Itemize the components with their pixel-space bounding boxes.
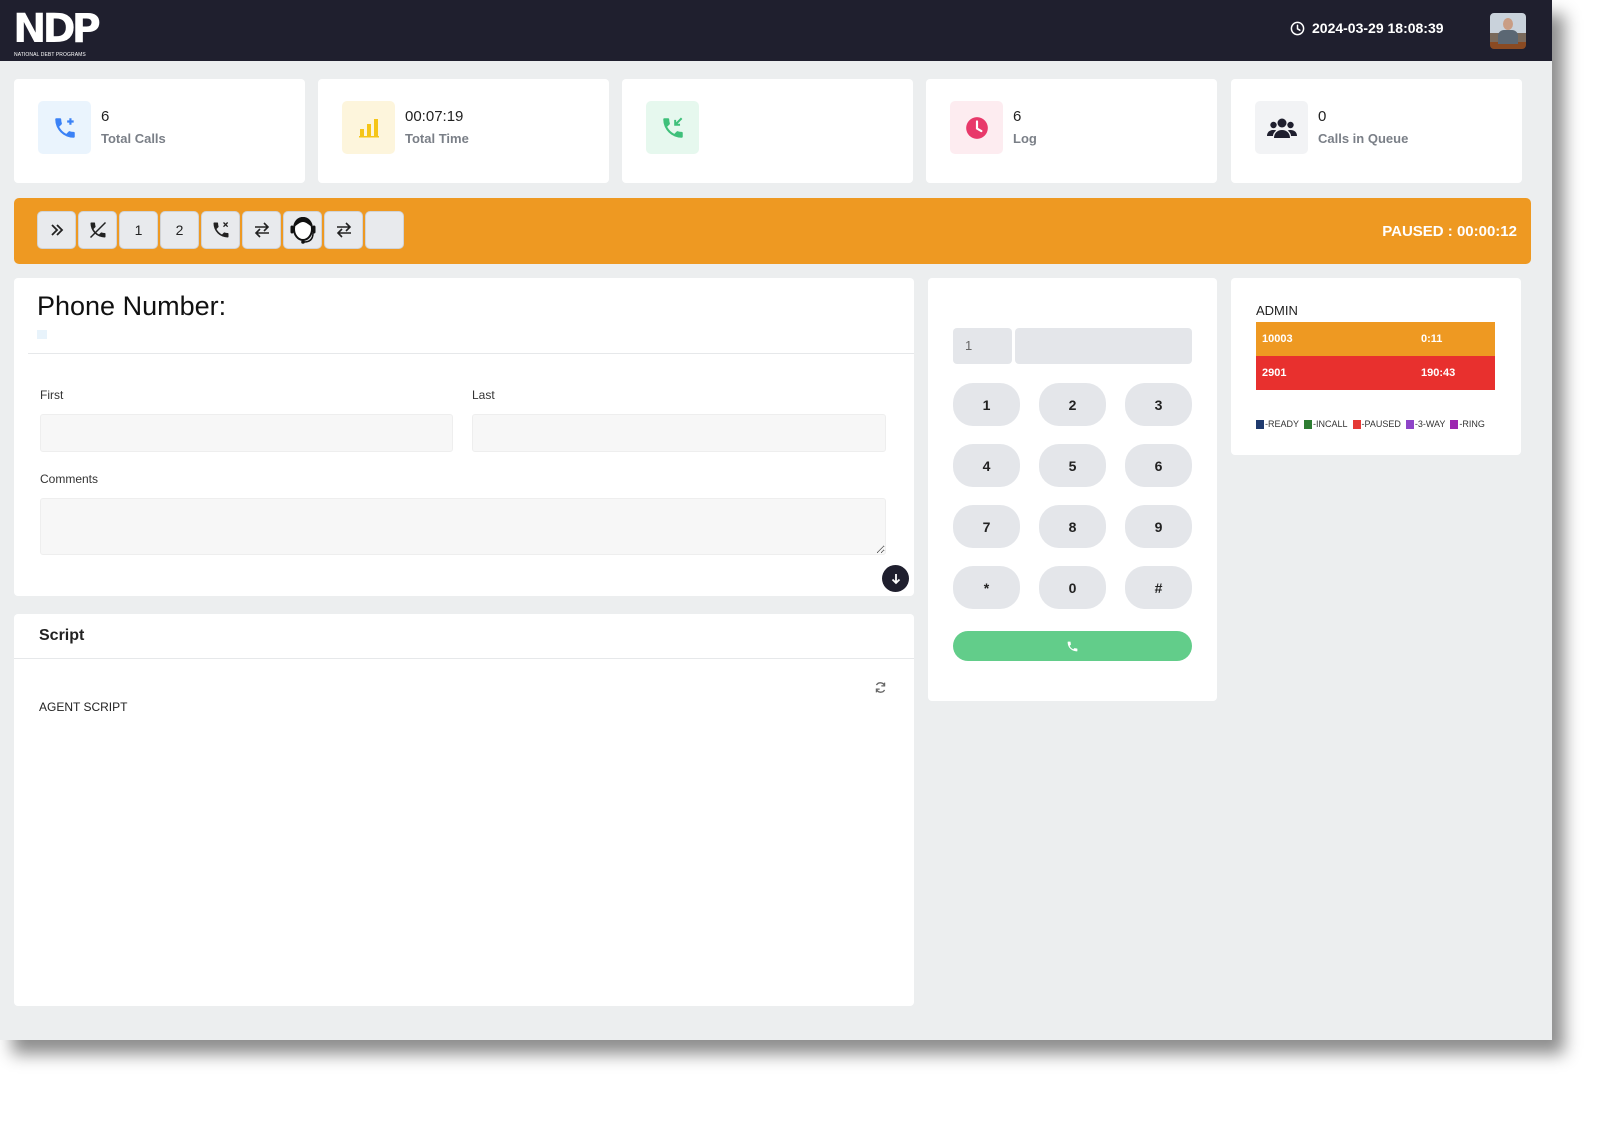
admin-title: ADMIN — [1256, 303, 1298, 318]
stat-card-log: 6 Log — [926, 79, 1217, 183]
logo: NDP NATIONAL DEBT PROGRAMS — [13, 4, 101, 60]
stat-value: 6 — [101, 108, 110, 125]
agent-script-text: AGENT SCRIPT — [39, 700, 128, 714]
stat-card-total-time: 00:07:19 Total Time — [318, 79, 609, 183]
stat-icon-box — [950, 101, 1003, 154]
pause-status: PAUSED : 00:00:12 — [1382, 223, 1517, 240]
incoming-call-icon — [662, 117, 683, 138]
arrow-down-icon — [891, 573, 900, 584]
stat-icon-box — [646, 101, 699, 154]
stat-card-incoming — [622, 79, 913, 183]
top-bar: NDP NATIONAL DEBT PROGRAMS 2024-03-29 18… — [0, 0, 1552, 61]
skip-button[interactable] — [37, 211, 76, 249]
logo-subtitle: NATIONAL DEBT PROGRAMS — [14, 52, 86, 58]
user-avatar[interactable] — [1490, 13, 1526, 49]
app-window: NDP NATIONAL DEBT PROGRAMS 2024-03-29 18… — [0, 0, 1552, 1040]
agent-time: 190:43 — [1421, 367, 1456, 379]
stat-label: Log — [1013, 131, 1037, 146]
phone-number-value — [37, 330, 47, 339]
key-2[interactable]: 2 — [1039, 383, 1106, 426]
legend-incall: -INCALL — [1304, 419, 1348, 429]
users-icon — [1266, 118, 1297, 138]
legend-paused: -PAUSED — [1352, 419, 1401, 429]
stat-card-calls-in-queue: 0 Calls in Queue — [1231, 79, 1522, 183]
double-chevron-right-icon — [50, 224, 63, 236]
phone-icon — [1067, 641, 1078, 651]
key-6[interactable]: 6 — [1125, 444, 1192, 487]
refresh-icon — [875, 682, 886, 693]
phone-number-title: Phone Number: — [37, 291, 227, 321]
stat-label: Calls in Queue — [1318, 131, 1409, 146]
country-code-field[interactable]: 1 — [953, 328, 1012, 364]
key-star[interactable]: * — [953, 566, 1020, 609]
stat-value: 6 — [1013, 108, 1022, 125]
agent-row: 10003 0:11 — [1256, 322, 1495, 356]
bar-chart-icon — [358, 118, 379, 137]
blank-button[interactable] — [365, 211, 404, 249]
key-9[interactable]: 9 — [1125, 505, 1192, 548]
logo-text: NDP — [13, 6, 101, 52]
clock: 2024-03-29 18:08:39 — [1290, 20, 1444, 36]
key-8[interactable]: 8 — [1039, 505, 1106, 548]
line-1-button[interactable]: 1 — [119, 211, 158, 249]
stat-value: 0 — [1318, 108, 1327, 125]
key-1[interactable]: 1 — [953, 383, 1020, 426]
last-name-label: Last — [472, 388, 495, 402]
key-3[interactable]: 3 — [1125, 383, 1192, 426]
transfer-icon — [336, 222, 351, 238]
legend-ring: -RING — [1450, 419, 1485, 429]
key-4[interactable]: 4 — [953, 444, 1020, 487]
script-title: Script — [39, 627, 85, 644]
phone-plus-icon — [54, 117, 75, 138]
legend-ready: -READY — [1256, 419, 1299, 429]
dial-number-field[interactable] — [1015, 328, 1192, 364]
agent-button[interactable] — [283, 211, 322, 249]
refresh-button[interactable] — [874, 681, 887, 699]
script-card: Script AGENT SCRIPT — [14, 614, 914, 1006]
status-legend: -READY -INCALL -PAUSED -3-WAY -RING — [1256, 419, 1490, 429]
end-call-button[interactable] — [201, 211, 240, 249]
key-7[interactable]: 7 — [953, 505, 1020, 548]
stat-icon-box — [38, 101, 91, 154]
key-5[interactable]: 5 — [1039, 444, 1106, 487]
headset-agent-icon — [290, 216, 315, 244]
admin-card: ADMIN 10003 0:11 2901 190:43 -READY -INC… — [1231, 278, 1521, 455]
transfer-button-2[interactable] — [324, 211, 363, 249]
expand-button[interactable] — [882, 565, 909, 592]
transfer-button[interactable] — [242, 211, 281, 249]
agent-extension: 10003 — [1262, 333, 1293, 345]
last-name-input[interactable] — [472, 414, 886, 452]
comments-textarea[interactable] — [40, 498, 886, 555]
key-0[interactable]: 0 — [1039, 566, 1106, 609]
first-name-label: First — [40, 388, 64, 402]
call-button[interactable] — [953, 631, 1192, 661]
current-datetime: 2024-03-29 18:08:39 — [1312, 20, 1444, 36]
line-2-button[interactable]: 2 — [160, 211, 199, 249]
hangup-button[interactable] — [78, 211, 117, 249]
phone-x-icon — [213, 222, 228, 238]
legend-3-way: -3-WAY — [1405, 419, 1445, 429]
hangup-icon — [89, 221, 106, 239]
agent-row: 2901 190:43 — [1256, 356, 1495, 390]
stat-label: Total Calls — [101, 131, 166, 146]
key-hash[interactable]: # — [1125, 566, 1192, 609]
divider — [14, 658, 914, 659]
stat-icon-box — [342, 101, 395, 154]
dialer-card: 1 1 2 3 4 5 6 7 8 9 * 0 # — [928, 278, 1217, 701]
phone-form-card: Phone Number: First Last Comments — [14, 278, 914, 596]
agent-time: 0:11 — [1421, 333, 1443, 345]
transfer-icon — [254, 222, 269, 238]
stat-card-total-calls: 6 Total Calls — [14, 79, 305, 183]
clock-icon — [965, 116, 988, 139]
clock-icon — [1290, 21, 1305, 35]
first-name-input[interactable] — [40, 414, 453, 452]
stat-icon-box — [1255, 101, 1308, 154]
stat-value: 00:07:19 — [405, 108, 464, 125]
call-toolbar: 1 2 PAUSED : 00:00:12 — [14, 198, 1531, 264]
stat-label: Total Time — [405, 131, 469, 146]
comments-label: Comments — [40, 472, 99, 486]
agent-extension: 2901 — [1262, 367, 1287, 379]
divider — [28, 353, 914, 354]
